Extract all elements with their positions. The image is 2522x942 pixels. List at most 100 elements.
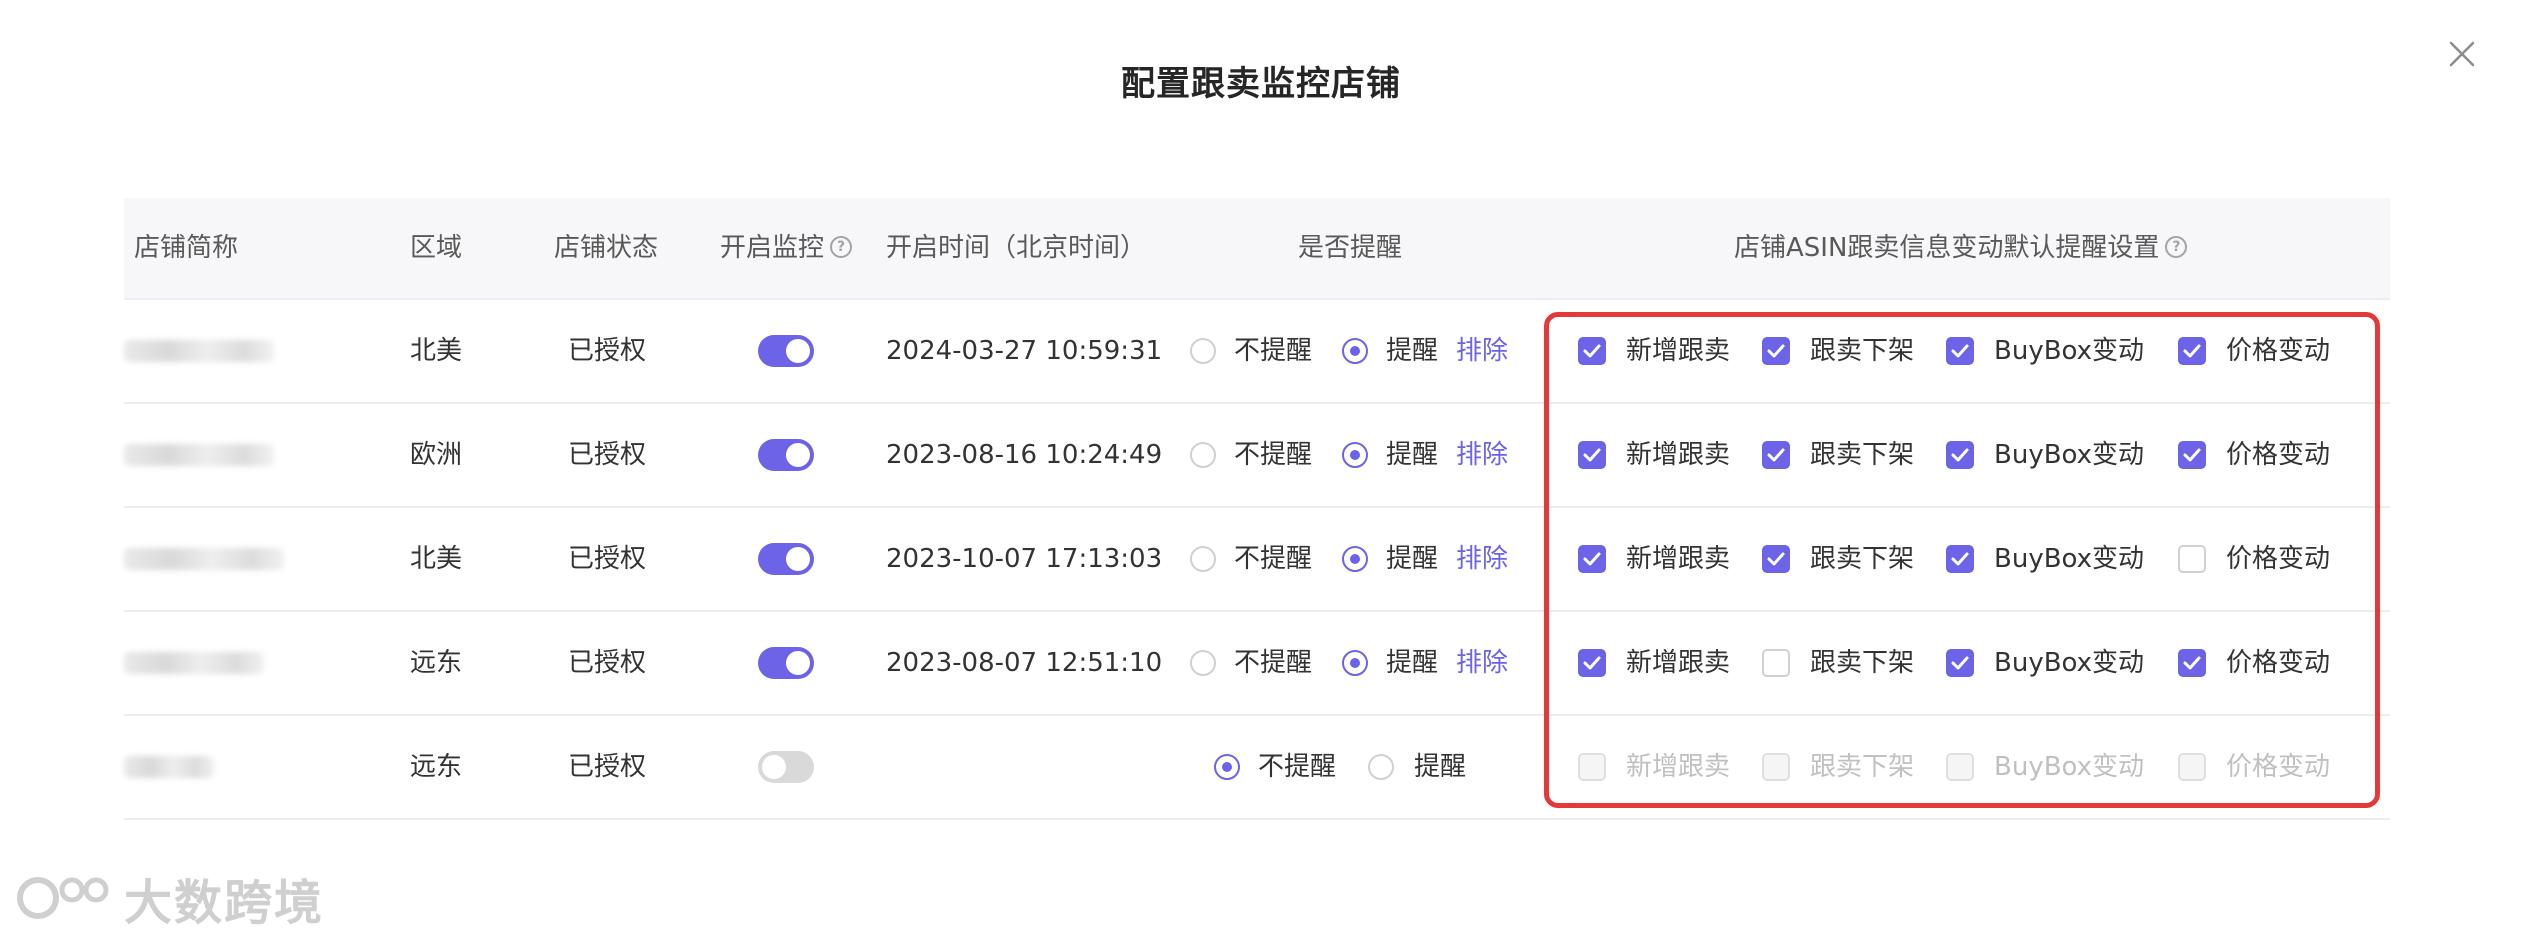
start-time-cell: 2024-03-27 10:59:31	[886, 336, 1163, 366]
remind-radio[interactable]	[1342, 546, 1368, 572]
monitor-toggle[interactable]	[758, 439, 814, 471]
follow-off-label: 跟卖下架	[1810, 336, 1915, 366]
exclude-link[interactable]: 排除	[1456, 508, 1508, 610]
region-cell: 欧洲	[410, 440, 463, 470]
buybox-checkbox[interactable]	[1946, 753, 1974, 781]
start-time-cell: 2023-08-16 10:24:49	[886, 440, 1163, 470]
monitor-toggle[interactable]	[758, 335, 814, 367]
exclude-link[interactable]: 排除	[1456, 404, 1508, 506]
toggle-knob	[786, 547, 810, 571]
no-remind-radio[interactable]	[1190, 338, 1216, 364]
no-remind-label: 不提醒	[1234, 440, 1313, 470]
header-settings: 店铺ASIN跟卖信息变动默认提醒设置?	[1734, 198, 2188, 298]
toggle-knob	[762, 755, 786, 779]
follow-off-checkbox[interactable]	[1762, 753, 1790, 781]
store-name-blurred	[124, 756, 214, 778]
start-time-cell: 2023-08-07 12:51:10	[886, 648, 1163, 678]
monitor-toggle[interactable]	[758, 543, 814, 575]
remind-label: 提醒	[1414, 752, 1467, 782]
follow-off-label: 跟卖下架	[1810, 440, 1915, 470]
modal-title: 配置跟卖监控店铺	[1121, 64, 1401, 104]
table-row: 远东 已授权 2023-08-07 12:51:10 不提醒 提醒 排除 新增跟卖 跟卖下架 B…	[124, 612, 2390, 716]
no-remind-label: 不提醒	[1234, 648, 1313, 678]
buybox-label: BuyBox变动	[1994, 648, 2145, 678]
table-body: 北美 已授权 2024-03-27 10:59:31 不提醒 提醒 排除 新增跟卖 跟卖下架 B…	[124, 300, 2390, 820]
region-cell: 远东	[410, 648, 463, 678]
status-cell: 已授权	[568, 648, 647, 678]
buybox-label: BuyBox变动	[1994, 544, 2145, 574]
follow-off-checkbox[interactable]	[1762, 337, 1790, 365]
exclude-link[interactable]: 排除	[1456, 612, 1508, 714]
price-change-label: 价格变动	[2226, 336, 2331, 366]
toggle-knob	[786, 443, 810, 467]
follow-off-checkbox[interactable]	[1762, 545, 1790, 573]
remind-label: 提醒	[1386, 440, 1439, 470]
buybox-label: BuyBox变动	[1994, 336, 2145, 366]
toggle-knob	[786, 339, 810, 363]
new-follow-checkbox[interactable]	[1578, 649, 1606, 677]
follow-off-checkbox[interactable]	[1762, 441, 1790, 469]
header-store: 店铺简称	[134, 233, 239, 263]
close-icon[interactable]	[2442, 34, 2482, 74]
no-remind-radio[interactable]	[1190, 546, 1216, 572]
remind-label: 提醒	[1386, 544, 1439, 574]
start-time-cell: 2023-10-07 17:13:03	[886, 544, 1163, 574]
follow-off-checkbox[interactable]	[1762, 649, 1790, 677]
store-name-blurred	[124, 340, 274, 362]
brand-logo-icon	[17, 877, 109, 919]
remind-radio[interactable]	[1342, 650, 1368, 676]
store-monitor-table: 店铺简称 区域 店铺状态 开启监控? 开启时间（北京时间） 是否提醒 店铺ASI…	[124, 198, 2390, 820]
price-change-checkbox[interactable]	[2178, 545, 2206, 573]
table-row: 远东 已授权 不提醒 提醒 新增跟卖 跟卖下架 BuyBox变动 价格变动	[124, 716, 2390, 820]
price-change-checkbox[interactable]	[2178, 753, 2206, 781]
buybox-label: BuyBox变动	[1994, 752, 2145, 782]
no-remind-label: 不提醒	[1234, 336, 1313, 366]
store-name-blurred	[124, 548, 284, 570]
new-follow-checkbox[interactable]	[1578, 441, 1606, 469]
price-change-label: 价格变动	[2226, 544, 2331, 574]
remind-label: 提醒	[1386, 336, 1439, 366]
remind-radio[interactable]	[1368, 754, 1394, 780]
new-follow-label: 新增跟卖	[1626, 752, 1731, 782]
price-change-checkbox[interactable]	[2178, 441, 2206, 469]
watermark: 大数跨境	[14, 868, 324, 931]
table-header: 店铺简称 区域 店铺状态 开启监控? 开启时间（北京时间） 是否提醒 店铺ASI…	[124, 198, 2390, 300]
help-icon[interactable]: ?	[830, 235, 853, 258]
remind-label: 提醒	[1386, 648, 1439, 678]
buybox-checkbox[interactable]	[1946, 337, 1974, 365]
table-row: 北美 已授权 2023-10-07 17:13:03 不提醒 提醒 排除 新增跟卖 跟卖下架 B…	[124, 508, 2390, 612]
price-change-label: 价格变动	[2226, 752, 2331, 782]
monitor-toggle[interactable]	[758, 751, 814, 783]
price-change-checkbox[interactable]	[2178, 649, 2206, 677]
no-remind-label: 不提醒	[1234, 544, 1313, 574]
region-cell: 北美	[410, 544, 463, 574]
new-follow-label: 新增跟卖	[1626, 648, 1731, 678]
new-follow-label: 新增跟卖	[1626, 440, 1731, 470]
remind-radio[interactable]	[1342, 442, 1368, 468]
new-follow-checkbox[interactable]	[1578, 337, 1606, 365]
new-follow-checkbox[interactable]	[1578, 753, 1606, 781]
price-change-checkbox[interactable]	[2178, 337, 2206, 365]
header-remind: 是否提醒	[1298, 233, 1403, 263]
exclude-link[interactable]: 排除	[1456, 300, 1508, 402]
price-change-label: 价格变动	[2226, 440, 2331, 470]
watermark-text: 大数跨境	[124, 875, 325, 931]
buybox-checkbox[interactable]	[1946, 441, 1974, 469]
follow-off-label: 跟卖下架	[1810, 648, 1915, 678]
status-cell: 已授权	[568, 752, 647, 782]
no-remind-label: 不提醒	[1258, 752, 1337, 782]
buybox-checkbox[interactable]	[1946, 649, 1974, 677]
new-follow-checkbox[interactable]	[1578, 545, 1606, 573]
header-region: 区域	[410, 233, 463, 263]
no-remind-radio[interactable]	[1190, 650, 1216, 676]
remind-radio[interactable]	[1342, 338, 1368, 364]
no-remind-radio[interactable]	[1214, 754, 1240, 780]
buybox-label: BuyBox变动	[1994, 440, 2145, 470]
region-cell: 北美	[410, 336, 463, 366]
no-remind-radio[interactable]	[1190, 442, 1216, 468]
store-name-blurred	[124, 444, 274, 466]
new-follow-label: 新增跟卖	[1626, 544, 1731, 574]
buybox-checkbox[interactable]	[1946, 545, 1974, 573]
help-icon[interactable]: ?	[2165, 235, 2188, 258]
monitor-toggle[interactable]	[758, 647, 814, 679]
